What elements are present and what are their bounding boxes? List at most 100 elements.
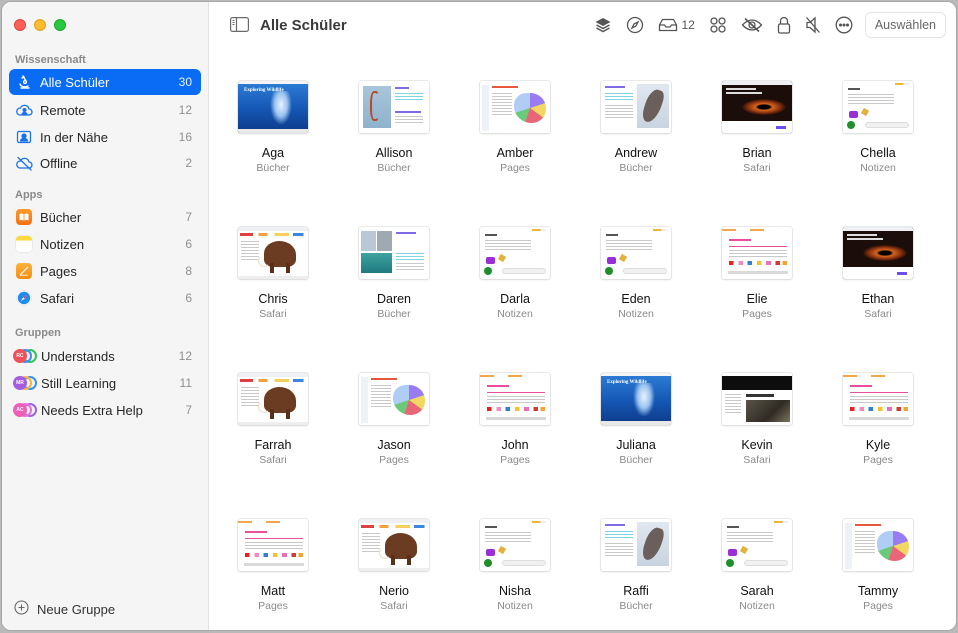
student-tile[interactable]: Matt Pages [218, 519, 328, 612]
student-name: Farrah [254, 438, 292, 452]
sidebar-item-count: 6 [185, 237, 192, 251]
sidebar-item-remote[interactable]: Remote 12 [9, 97, 201, 123]
student-name: Eden [621, 292, 651, 306]
student-app: Pages [500, 162, 530, 174]
student-tile[interactable]: Elie Pages [702, 227, 812, 320]
close-button[interactable] [14, 19, 26, 31]
section-label-apps: Apps [15, 189, 43, 201]
student-tile[interactable]: Darla Notizen [460, 227, 570, 320]
eye-slash-icon [741, 17, 763, 33]
screen-thumbnail[interactable] [843, 227, 913, 279]
screen-thumbnail[interactable] [480, 81, 550, 133]
select-button[interactable]: Auswählen [864, 12, 946, 38]
screen-thumbnail[interactable]: Exploring Wildlife [238, 81, 308, 133]
screen-thumbnail[interactable] [722, 373, 792, 425]
student-app: Notizen [860, 162, 896, 174]
sidebar-item-count: 8 [185, 264, 192, 278]
screen-thumbnail[interactable] [722, 81, 792, 133]
screen-thumbnail[interactable] [601, 81, 671, 133]
sidebar-item-pages[interactable]: Pages 8 [9, 258, 201, 284]
student-tile[interactable]: Sarah Notizen [702, 519, 812, 612]
student-name: Chella [860, 146, 896, 160]
screen-thumbnail[interactable] [359, 81, 429, 133]
compass-icon [626, 16, 644, 34]
screen-thumbnail[interactable] [601, 227, 671, 279]
student-tile[interactable]: Amber Pages [460, 81, 570, 174]
student-tile[interactable]: Tammy Pages [823, 519, 933, 612]
app-window: Wissenschaft Alle Schüler 30 Remote 12 I… [1, 1, 957, 631]
screen-thumbnail[interactable] [359, 519, 429, 571]
screen-thumbnail[interactable] [601, 519, 671, 571]
sidebar-item-understands[interactable]: RC Understands 12 [9, 343, 201, 369]
student-tile[interactable]: Nisha Notizen [460, 519, 570, 612]
screen-thumbnail[interactable]: Exploring Wildlife [601, 373, 671, 425]
apps-button[interactable] [709, 12, 727, 38]
sidebar-item-label: Understands [41, 348, 115, 364]
sidebar-item-label: Safari [40, 290, 74, 306]
screen-thumbnail[interactable] [359, 227, 429, 279]
student-tile[interactable]: Chella Notizen [823, 81, 933, 174]
student-tile[interactable]: Raffi Bücher [581, 519, 691, 612]
student-tile[interactable]: Exploring Wildlife Juliana Bücher [581, 373, 691, 466]
student-tile[interactable]: Kyle Pages [823, 373, 933, 466]
student-tile[interactable]: Farrah Safari [218, 373, 328, 466]
student-name: Matt [260, 584, 286, 598]
sidebar-item-alle-schueler[interactable]: Alle Schüler 30 [9, 69, 201, 95]
student-app: Pages [258, 600, 288, 612]
page-title: Alle Schüler [260, 17, 347, 34]
sidebar-item-safari[interactable]: Safari 6 [9, 285, 201, 311]
sidebar-item-count: 2 [185, 156, 192, 170]
student-tile[interactable]: Andrew Bücher [581, 81, 691, 174]
sidebar-item-buecher[interactable]: Bücher 7 [9, 204, 201, 230]
student-tile[interactable]: Kevin Safari [702, 373, 812, 466]
student-tile[interactable]: Chris Safari [218, 227, 328, 320]
hide-screens-button[interactable] [741, 12, 763, 38]
screen-thumbnail[interactable] [722, 519, 792, 571]
student-name: Andrew [614, 146, 658, 160]
student-tile[interactable]: Eden Notizen [581, 227, 691, 320]
student-tile[interactable]: Exploring Wildlife Aga Bücher [218, 81, 328, 174]
student-name: Aga [261, 146, 285, 160]
student-app: Safari [864, 308, 892, 320]
more-button[interactable] [835, 12, 853, 38]
screen-thumbnail[interactable] [238, 373, 308, 425]
student-tile[interactable]: Allison Bücher [339, 81, 449, 174]
maximize-button[interactable] [54, 19, 66, 31]
lock-button[interactable] [777, 12, 791, 38]
screen-thumbnail[interactable] [480, 227, 550, 279]
student-name: Ethan [861, 292, 895, 306]
sidebar-item-notizen[interactable]: Notizen 6 [9, 231, 201, 257]
screen-thumbnail[interactable] [238, 227, 308, 279]
student-tile[interactable]: Jason Pages [339, 373, 449, 466]
navigate-button[interactable] [626, 12, 644, 38]
inbox-button[interactable]: 12 [658, 12, 695, 38]
screen-thumbnail[interactable] [843, 519, 913, 571]
student-tile[interactable]: Nerio Safari [339, 519, 449, 612]
student-tile[interactable]: Daren Bücher [339, 227, 449, 320]
screen-thumbnail[interactable] [238, 519, 308, 571]
sidebar-item-needs-extra-help[interactable]: AC Needs Extra Help 7 [9, 397, 201, 423]
books-app-icon [15, 208, 33, 226]
screen-thumbnail[interactable] [843, 81, 913, 133]
mute-button[interactable] [805, 12, 821, 38]
new-group-label: Neue Gruppe [37, 601, 116, 617]
screen-thumbnail[interactable] [480, 519, 550, 571]
minimize-button[interactable] [34, 19, 46, 31]
student-app: Pages [379, 454, 409, 466]
sidebar-item-in-der-naehe[interactable]: In der Nähe 16 [9, 124, 201, 150]
student-tile[interactable]: John Pages [460, 373, 570, 466]
student-name: Tammy [857, 584, 899, 598]
sidebar-item-still-learning[interactable]: MR Still Learning 11 [9, 370, 201, 396]
screen-thumbnail[interactable] [722, 227, 792, 279]
student-tile[interactable]: Ethan Safari [823, 227, 933, 320]
person-frame-icon [15, 128, 33, 146]
sidebar-toggle-button[interactable] [230, 17, 249, 37]
screen-thumbnail[interactable] [843, 373, 913, 425]
new-group-button[interactable]: Neue Gruppe [14, 600, 115, 618]
student-tile[interactable]: Brian Safari [702, 81, 812, 174]
screen-thumbnail[interactable] [359, 373, 429, 425]
layers-button[interactable] [594, 12, 612, 38]
student-name: Allison [375, 146, 413, 160]
sidebar-item-offline[interactable]: Offline 2 [9, 150, 201, 176]
screen-thumbnail[interactable] [480, 373, 550, 425]
